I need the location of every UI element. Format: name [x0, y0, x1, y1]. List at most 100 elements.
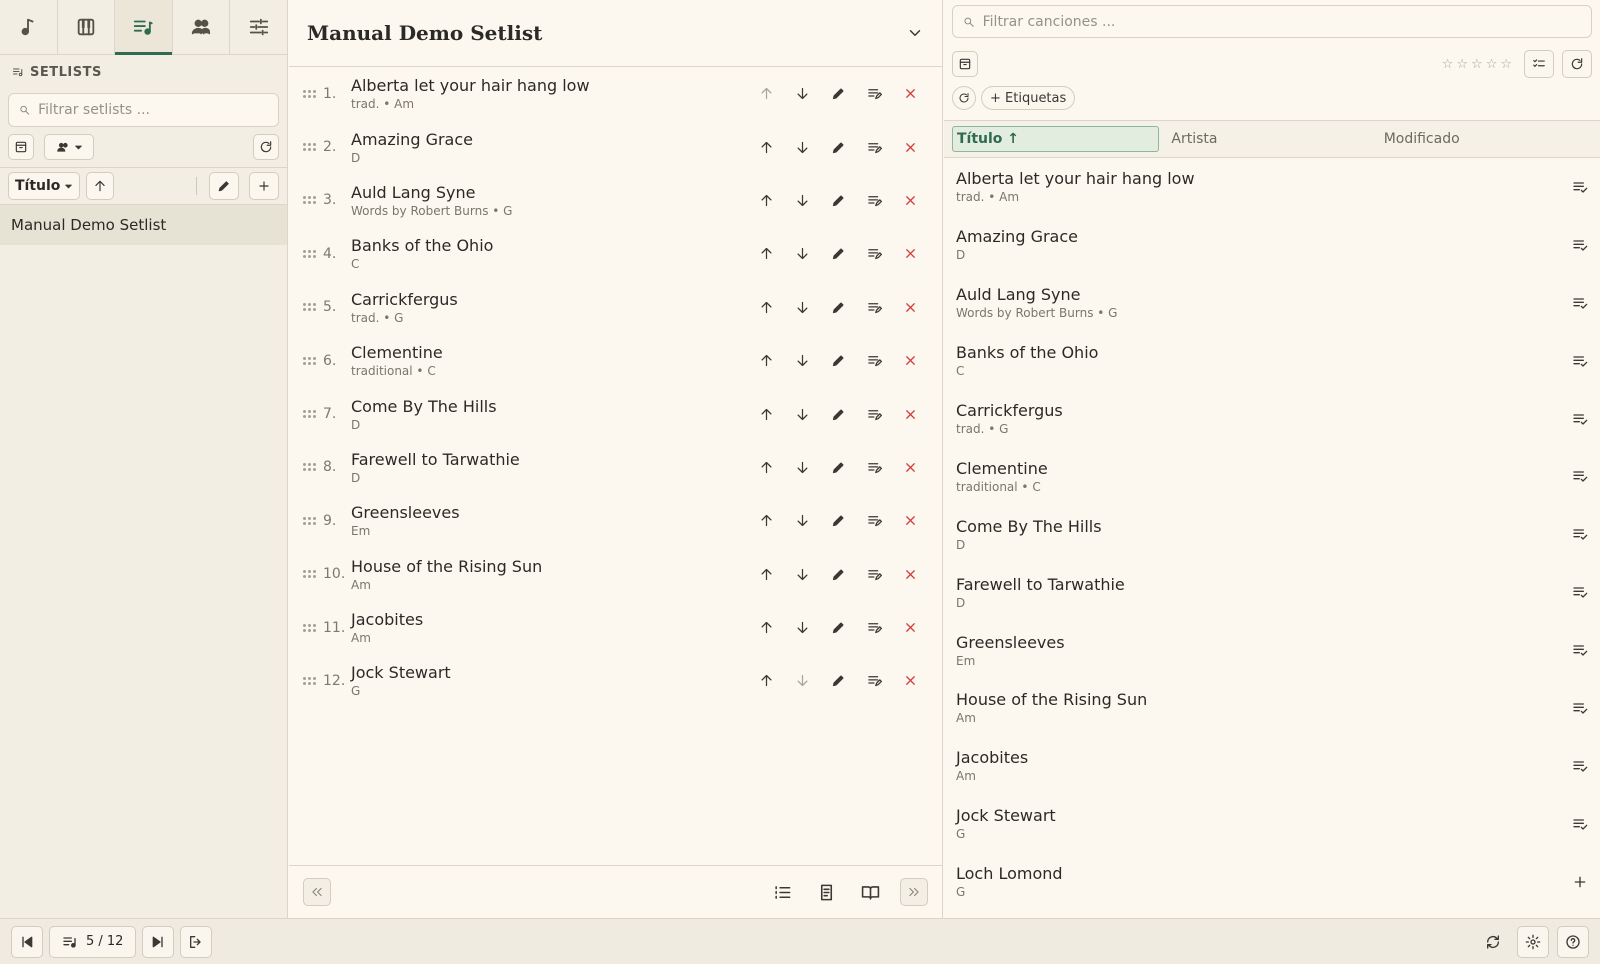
remove-song-button[interactable]: [892, 347, 928, 375]
setlist-song-row[interactable]: 2. Amazing Grace D: [289, 120, 942, 173]
move-down-button[interactable]: [784, 347, 820, 375]
add-setlist-button[interactable]: [249, 172, 279, 200]
move-down-button[interactable]: [784, 507, 820, 535]
tab-people[interactable]: [173, 0, 231, 54]
move-up-button[interactable]: [748, 186, 784, 214]
setlist-song-row[interactable]: 10. House of the Rising Sun Am: [289, 548, 942, 601]
edit-song-button[interactable]: [820, 400, 856, 428]
move-up-button[interactable]: [748, 400, 784, 428]
drag-handle-icon[interactable]: [303, 356, 317, 365]
refresh-button[interactable]: [1562, 50, 1592, 78]
archive-button[interactable]: [8, 134, 34, 160]
in-setlist-button[interactable]: [1572, 758, 1588, 774]
drag-handle-icon[interactable]: [303, 303, 317, 312]
move-down-button[interactable]: [784, 133, 820, 161]
song-settings-button[interactable]: [856, 293, 892, 321]
book-view-button[interactable]: [856, 878, 884, 906]
remove-song-button[interactable]: [892, 560, 928, 588]
setlist-song-row[interactable]: 7. Come By The Hills D: [289, 387, 942, 440]
archive-button[interactable]: [952, 51, 978, 77]
in-setlist-button[interactable]: [1572, 816, 1588, 832]
edit-song-button[interactable]: [820, 186, 856, 214]
tab-setlists[interactable]: [115, 0, 173, 55]
refresh-button[interactable]: [253, 134, 279, 160]
setlist-song-row[interactable]: 4. Banks of the Ohio C: [289, 227, 942, 280]
move-down-button[interactable]: [784, 560, 820, 588]
in-setlist-button[interactable]: [1572, 642, 1588, 658]
star-icon[interactable]: ☆: [1471, 57, 1483, 72]
in-setlist-button[interactable]: [1572, 584, 1588, 600]
edit-song-button[interactable]: [820, 614, 856, 642]
move-up-button[interactable]: [748, 347, 784, 375]
drag-handle-icon[interactable]: [303, 516, 317, 525]
remove-song-button[interactable]: [892, 133, 928, 161]
star-icon[interactable]: ☆: [1456, 57, 1468, 72]
library-song-row[interactable]: Farewell to Tarwathie D: [944, 563, 1600, 621]
library-song-row[interactable]: Come By The Hills D: [944, 505, 1600, 563]
move-up-button[interactable]: [748, 240, 784, 268]
setlist-position-button[interactable]: 5 / 12: [49, 925, 137, 958]
song-settings-button[interactable]: [856, 560, 892, 588]
song-settings-button[interactable]: [856, 507, 892, 535]
edit-song-button[interactable]: [820, 667, 856, 695]
library-song-row[interactable]: Auld Lang Syne Words by Robert Burns • G: [944, 274, 1600, 332]
in-setlist-button[interactable]: [1572, 411, 1588, 427]
remove-song-button[interactable]: [892, 667, 928, 695]
help-button[interactable]: [1557, 925, 1589, 958]
remove-song-button[interactable]: [892, 453, 928, 481]
move-up-button[interactable]: [748, 80, 784, 108]
library-song-row[interactable]: Loch Lomond G: [944, 853, 1600, 911]
song-filter-input[interactable]: [982, 13, 1581, 30]
in-setlist-button[interactable]: [1572, 295, 1588, 311]
setlist-filter-input[interactable]: [38, 102, 268, 118]
setlist-song-row[interactable]: 1. Alberta let your hair hang low trad. • …: [289, 67, 942, 120]
move-up-button[interactable]: [748, 614, 784, 642]
rating-filter[interactable]: ☆ ☆ ☆ ☆ ☆: [1442, 57, 1512, 72]
remove-song-button[interactable]: [892, 240, 928, 268]
drag-handle-icon[interactable]: [303, 570, 317, 579]
move-down-button[interactable]: [784, 240, 820, 268]
previous-song-button[interactable]: [11, 925, 43, 958]
setlist-song-row[interactable]: 12. Jock Stewart G: [289, 654, 942, 707]
library-song-row[interactable]: Carrickfergus trad. • G: [944, 390, 1600, 448]
column-artist[interactable]: Artista: [1167, 131, 1379, 147]
remove-song-button[interactable]: [892, 614, 928, 642]
setlist-song-row[interactable]: 6. Clementine traditional • C: [289, 334, 942, 387]
list-view-button[interactable]: [768, 878, 796, 906]
add-tags-button[interactable]: + Etiquetas: [981, 86, 1076, 110]
song-settings-button[interactable]: [856, 80, 892, 108]
remove-song-button[interactable]: [892, 507, 928, 535]
move-up-button[interactable]: [748, 560, 784, 588]
star-icon[interactable]: ☆: [1442, 57, 1454, 72]
drag-handle-icon[interactable]: [303, 89, 317, 98]
song-settings-button[interactable]: [856, 400, 892, 428]
edit-song-button[interactable]: [820, 453, 856, 481]
move-down-button[interactable]: [784, 614, 820, 642]
reset-tags-button[interactable]: [952, 86, 976, 110]
move-down-button[interactable]: [784, 186, 820, 214]
move-down-button[interactable]: [784, 667, 820, 695]
print-view-button[interactable]: [812, 878, 840, 906]
move-up-button[interactable]: [748, 453, 784, 481]
column-title[interactable]: Título ↑: [952, 126, 1160, 152]
drag-handle-icon[interactable]: [303, 410, 317, 419]
song-settings-button[interactable]: [856, 453, 892, 481]
library-song-row[interactable]: Jacobites Am: [944, 737, 1600, 795]
tab-songs[interactable]: [0, 0, 58, 54]
setlist-item[interactable]: Manual Demo Setlist: [0, 205, 287, 245]
edit-song-button[interactable]: [820, 560, 856, 588]
library-song-row[interactable]: Greensleeves Em: [944, 621, 1600, 679]
edit-song-button[interactable]: [820, 293, 856, 321]
setlist-song-row[interactable]: 11. Jacobites Am: [289, 601, 942, 654]
remove-song-button[interactable]: [892, 186, 928, 214]
edit-song-button[interactable]: [820, 347, 856, 375]
song-settings-button[interactable]: [856, 667, 892, 695]
setlist-song-row[interactable]: 3. Auld Lang Syne Words by Robert Burns • …: [289, 174, 942, 227]
sync-button[interactable]: [1477, 926, 1509, 958]
move-down-button[interactable]: [784, 80, 820, 108]
column-modified[interactable]: Modificado: [1380, 131, 1592, 147]
edit-song-button[interactable]: [820, 133, 856, 161]
sort-field-dropdown[interactable]: Título: [8, 172, 81, 200]
library-song-row[interactable]: Amazing Grace D: [944, 216, 1600, 274]
group-filter-dropdown[interactable]: [44, 134, 94, 160]
